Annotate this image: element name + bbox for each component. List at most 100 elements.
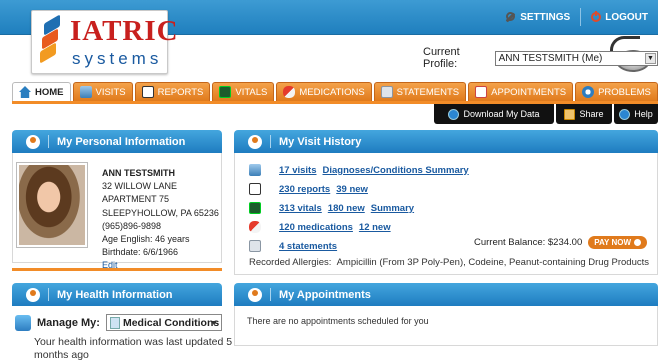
address-line-2: APARTMENT 75 bbox=[102, 194, 170, 205]
logo-subtext: systems bbox=[72, 49, 163, 68]
allergies-row: Recorded Allergies: Ampicillin (From 3P … bbox=[249, 257, 649, 268]
reports-link[interactable]: 230 reports bbox=[279, 184, 330, 195]
main-tabs: HOME VISITS REPORTS VITALS MEDICATIONS S… bbox=[12, 82, 658, 101]
profile-dropdown[interactable]: ANN TESTSMITH (Me) ▼ bbox=[494, 50, 658, 66]
vitals-new-link[interactable]: 180 new bbox=[328, 203, 365, 214]
statements-icon bbox=[380, 86, 393, 98]
pay-now-label: PAY NOW bbox=[594, 238, 631, 247]
phone-number: (965)896-9898 bbox=[102, 220, 162, 231]
balance-row: Current Balance: $234.00 PAY NOW bbox=[474, 236, 647, 249]
logo: IATRIC systems bbox=[31, 10, 178, 74]
address-line-1: 32 WILLOW LANE bbox=[102, 181, 178, 192]
logo-word: IATRIC bbox=[70, 15, 179, 47]
share-icon bbox=[564, 108, 576, 120]
chevron-down-icon: ▼ bbox=[645, 52, 656, 64]
share-button[interactable]: Share bbox=[556, 104, 612, 124]
current-balance: Current Balance: $234.00 bbox=[473, 237, 583, 248]
home-icon bbox=[19, 86, 31, 98]
vitals-summary-link[interactable]: Summary bbox=[371, 203, 414, 214]
arrow-right-icon bbox=[634, 239, 641, 246]
settings-label: SETTINGS bbox=[520, 11, 571, 23]
tab-label: STATEMENTS bbox=[396, 86, 460, 98]
last-updated-text: Your health information was last updated… bbox=[34, 336, 233, 360]
medications-link[interactable]: 120 medications bbox=[279, 222, 353, 233]
appointments-panel: There are no appointments scheduled for … bbox=[234, 306, 658, 346]
manage-dropdown[interactable]: Medical Conditions bbox=[105, 314, 222, 331]
tab-medications[interactable]: MEDICATIONS bbox=[276, 82, 372, 101]
share-label: Share bbox=[579, 109, 604, 119]
avatar bbox=[17, 163, 87, 247]
wrench-icon bbox=[505, 11, 516, 23]
diagnoses-summary-link[interactable]: Diagnoses/Conditions Summary bbox=[323, 165, 469, 176]
manage-value: Medical Conditions bbox=[122, 316, 220, 329]
manage-row: Manage My: Medical Conditions bbox=[15, 314, 222, 331]
download-icon bbox=[448, 108, 460, 120]
tab-label: VISITS bbox=[95, 86, 126, 98]
visits-icon bbox=[249, 164, 261, 176]
health-info-header: My Health Information bbox=[12, 283, 222, 306]
help-label: Help bbox=[634, 109, 653, 119]
top-links: SETTINGS LOGOUT bbox=[495, 8, 658, 26]
manage-label: Manage My: bbox=[37, 316, 100, 329]
tab-label: MEDICATIONS bbox=[299, 86, 365, 98]
address-city: SLEEPYHOLLOW, PA 65236 bbox=[102, 207, 219, 218]
profile-selector: Current Profile: ANN TESTSMITH (Me) ▼ bbox=[423, 46, 658, 70]
vitals-row: 313 vitals 180 new Summary bbox=[249, 202, 420, 214]
download-label: Download My Data bbox=[463, 109, 540, 119]
allergies-value: Ampicillin (From 3P Poly-Pen), Codeine, … bbox=[336, 257, 649, 268]
chevron-down-icon bbox=[210, 321, 217, 325]
pay-now-button[interactable]: PAY NOW bbox=[588, 236, 647, 249]
reports-row: 230 reports 39 new bbox=[249, 183, 374, 195]
visits-icon bbox=[79, 86, 92, 98]
personal-info-header: My Personal Information bbox=[12, 130, 222, 153]
panel-title: My Visit History bbox=[279, 135, 362, 148]
profile-value: ANN TESTSMITH (Me) bbox=[498, 52, 603, 64]
panel-title: My Appointments bbox=[279, 288, 371, 301]
tab-statements[interactable]: STATEMENTS bbox=[373, 82, 467, 101]
divider bbox=[12, 268, 222, 271]
patient-name: ANN TESTSMITH bbox=[102, 168, 175, 178]
tab-label: VITALS bbox=[235, 86, 268, 98]
statements-icon bbox=[249, 240, 261, 252]
visit-history-header: My Visit History bbox=[234, 130, 658, 153]
tab-appointments[interactable]: APPOINTMENTS bbox=[468, 82, 574, 101]
download-data-button[interactable]: Download My Data bbox=[434, 104, 554, 124]
tab-label: HOME bbox=[35, 86, 64, 98]
tab-home[interactable]: HOME bbox=[12, 82, 71, 101]
settings-link[interactable]: SETTINGS bbox=[495, 8, 582, 26]
action-bar: Download My Data Share Help bbox=[434, 104, 658, 124]
logo-mark-icon bbox=[40, 14, 62, 65]
person-icon bbox=[26, 134, 40, 149]
vitals-link[interactable]: 313 vitals bbox=[279, 203, 322, 214]
medications-icon bbox=[249, 221, 261, 233]
tab-vitals[interactable]: VITALS bbox=[212, 82, 275, 101]
no-appointments-message: There are no appointments scheduled for … bbox=[247, 316, 429, 326]
personal-details: ANN TESTSMITH 32 WILLOW LANE APARTMENT 7… bbox=[102, 167, 219, 273]
personal-info-panel: ANN TESTSMITH 32 WILLOW LANE APARTMENT 7… bbox=[12, 153, 222, 270]
appointments-header: My Appointments bbox=[234, 283, 658, 306]
medications-icon bbox=[283, 86, 296, 98]
visits-link[interactable]: 17 visits bbox=[279, 165, 317, 176]
statements-row: 4 statements bbox=[249, 240, 343, 252]
tab-label: REPORTS bbox=[157, 86, 204, 98]
tab-problems[interactable]: PROBLEMS bbox=[575, 82, 658, 101]
reports-new-link[interactable]: 39 new bbox=[336, 184, 368, 195]
help-icon bbox=[619, 108, 631, 120]
statements-link[interactable]: 4 statements bbox=[279, 241, 337, 252]
help-button[interactable]: Help bbox=[614, 104, 658, 124]
tab-label: APPOINTMENTS bbox=[491, 86, 567, 98]
panel-title: My Health Information bbox=[57, 288, 173, 301]
appointments-icon bbox=[248, 287, 262, 302]
visits-row: 17 visits Diagnoses/Conditions Summary bbox=[249, 164, 475, 176]
logout-link[interactable]: LOGOUT bbox=[581, 8, 658, 26]
medications-new-link[interactable]: 12 new bbox=[359, 222, 391, 233]
health-info-panel: Manage My: Medical Conditions Your healt… bbox=[12, 306, 232, 360]
reports-icon bbox=[141, 86, 154, 98]
problems-icon bbox=[582, 86, 595, 98]
medications-row: 120 medications 12 new bbox=[249, 221, 397, 233]
tab-reports[interactable]: REPORTS bbox=[134, 82, 211, 101]
tab-visits[interactable]: VISITS bbox=[72, 82, 133, 101]
reports-icon bbox=[249, 183, 261, 195]
manage-icon bbox=[15, 314, 31, 331]
logout-label: LOGOUT bbox=[605, 11, 648, 23]
